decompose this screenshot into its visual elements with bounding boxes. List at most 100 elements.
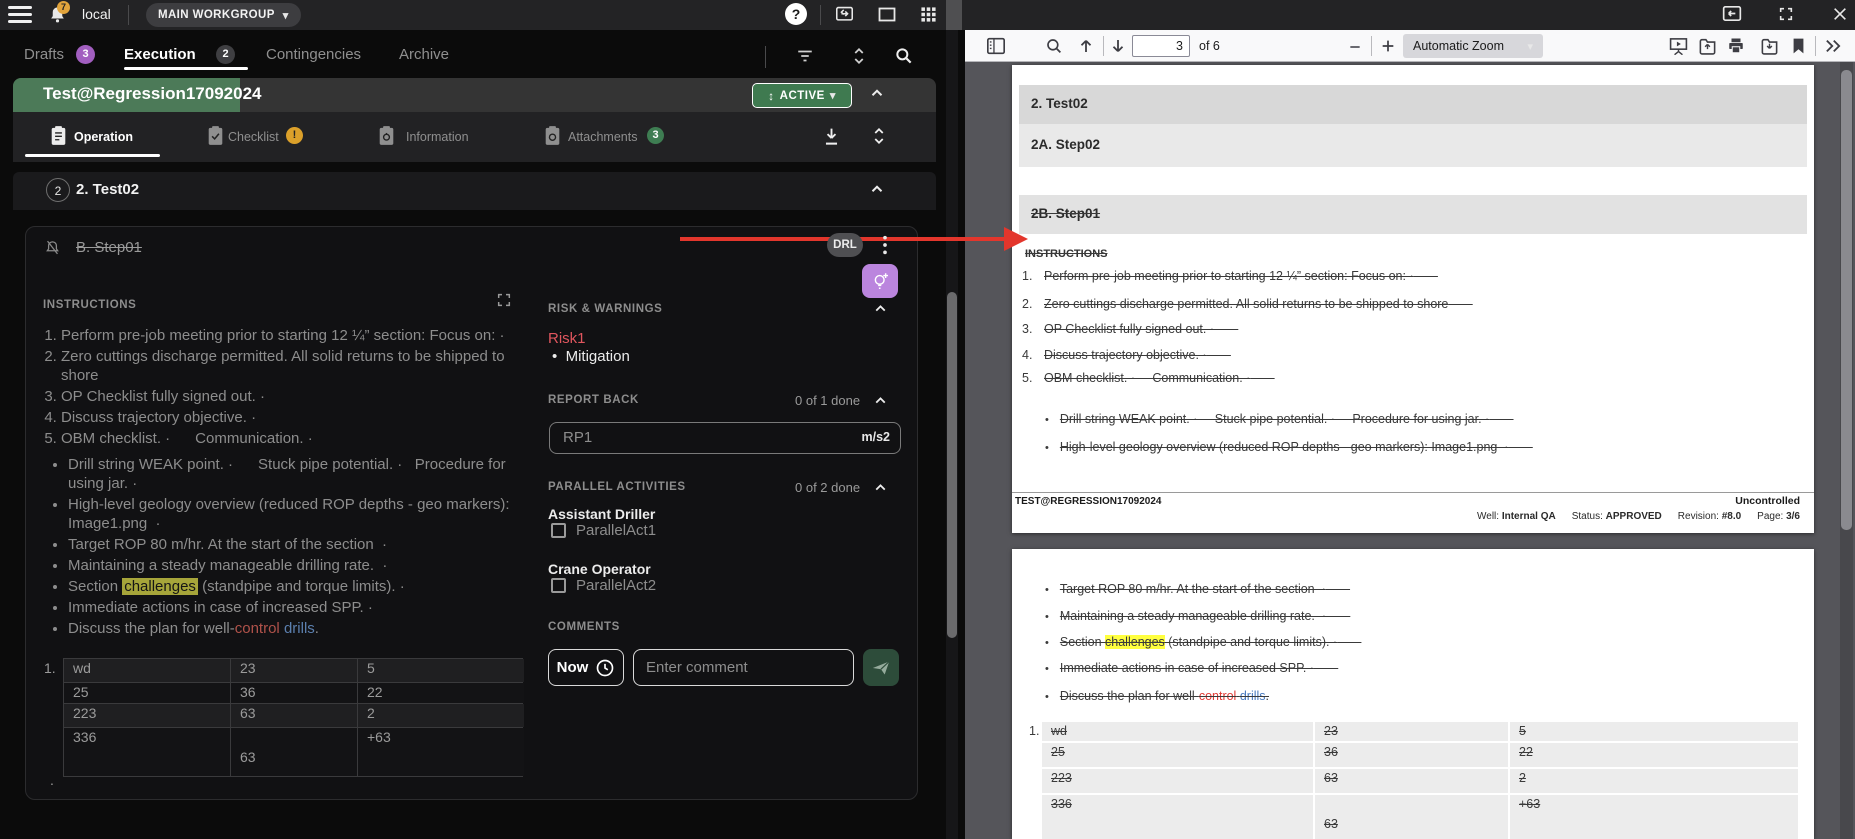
tab-operation[interactable]: Operation [74,130,133,144]
hamburger-menu-icon[interactable] [8,6,32,23]
page-count-label: of 6 [1199,39,1220,53]
pdf-page-3: 2. Test02 2A. Step02 2B. Step01 INSTRUCT… [1012,65,1814,533]
now-label: Now [557,659,589,676]
workgroup-selector[interactable]: MAIN WORKGROUP [146,3,301,27]
tab-checklist[interactable]: Checklist [228,130,279,144]
footer-uncontrolled: Uncontrolled [1735,495,1800,507]
parallel-activity-label: ParallelAct2 [576,577,656,594]
doc-table-marker: 1. [1029,724,1039,738]
parallel-progress: 0 of 2 done [795,480,860,495]
doc-numbered-item: 4.Discuss trajectory objective. · [1022,348,1231,362]
execution-card-header[interactable]: Test@Regression17092024 ACTIVE [13,78,936,112]
instructions-label: INSTRUCTIONS [43,299,136,311]
section-header[interactable]: 2 2. Test02 [13,172,936,210]
bullet-item: Maintaining a steady manageable drilling… [68,556,516,575]
expand-fullscreen-icon[interactable] [496,292,512,308]
presentation-mode-icon[interactable] [1669,37,1688,60]
nav-divider [765,46,766,68]
instructions-bullets: Drill string WEAK point. · Stuck pipe po… [40,455,516,638]
apps-grid-icon[interactable] [920,6,937,23]
highlighted-word: challenges [122,578,198,595]
collapse-risk-icon[interactable] [872,300,889,322]
filter-icon[interactable] [796,48,814,64]
collapse-parallel-icon[interactable] [872,479,889,501]
collapse-report-icon[interactable] [872,392,889,414]
collapse-card-icon[interactable] [868,84,886,107]
kebab-menu-icon[interactable] [878,234,892,256]
toolbar-divider [1815,36,1816,56]
window-icon[interactable] [878,7,896,22]
zoom-in-icon[interactable] [1380,38,1396,59]
chevron-down-icon [830,89,836,102]
doc-bullet-item: Discuss the plan for well-control drills… [1045,689,1269,703]
tab-contingencies[interactable]: Contingencies [266,46,361,63]
tab-execution[interactable]: Execution [124,46,196,63]
next-page-icon[interactable] [1109,37,1127,60]
parallel-activity-checkbox[interactable] [551,578,566,593]
print-icon[interactable] [1727,37,1745,60]
tab-attachments[interactable]: Attachments [568,130,637,144]
pdf-scrollbar-thumb[interactable] [1841,70,1852,530]
environment-label: local [82,6,111,22]
dock-panel-icon[interactable] [1722,5,1742,22]
page-number-input[interactable] [1132,35,1190,57]
workgroup-label: MAIN WORKGROUP [158,9,275,21]
tab-archive[interactable]: Archive [399,46,449,63]
doc-heading-band: 2A. Step02 [1019,124,1807,167]
status-updown-icon [768,89,775,103]
open-file-icon[interactable] [1698,37,1717,60]
doc-bullet-item: Target ROP 80 m/hr. At the start of the … [1045,582,1350,596]
parallel-activities-label: PARALLEL ACTIVITIES [548,481,686,493]
discipline-badge: DRL [827,233,863,257]
status-badge[interactable]: ACTIVE [752,83,852,108]
zoom-select-value: Automatic Zoom [1413,39,1504,53]
doc-bullet-item: High-level geology overview (reduced ROP… [1045,440,1533,454]
send-comment-button[interactable] [863,649,899,686]
instruction-item: OBM checklist. · Communication. · [61,429,516,448]
instruction-item: Zero cuttings discharge permitted. All s… [61,347,516,385]
save-download-icon[interactable] [1760,37,1779,60]
fullscreen-icon[interactable] [1778,6,1794,22]
comment-input[interactable] [633,649,854,686]
bookmark-icon[interactable] [1791,37,1806,60]
risk-mitigation: Mitigation [552,348,630,365]
zoom-out-icon[interactable] [1348,40,1362,59]
zoom-select[interactable]: Automatic Zoom [1403,34,1543,58]
close-icon[interactable] [1832,6,1848,22]
doc-heading-band: 2B. Step01 [1019,195,1807,234]
pdf-search-icon[interactable] [1045,37,1063,60]
search-icon[interactable] [894,46,914,66]
report-back-placeholder: RP1 [563,429,592,446]
previous-page-icon[interactable] [1077,37,1095,60]
doc-bullet-item: Immediate actions in case of increased S… [1045,661,1338,675]
download-icon[interactable] [822,126,841,147]
expand-collapse-all-icon[interactable] [850,46,868,66]
expand-steps-icon[interactable] [870,125,888,147]
collapse-section-icon[interactable] [868,180,886,203]
bullet-item: Immediate actions in case of increased S… [68,598,516,617]
risk-warnings-label: RISK & WARNINGS [548,303,662,315]
app-scrollbar-thumb[interactable] [947,292,957,638]
parallel-activity-checkbox[interactable] [551,523,566,538]
tab-information[interactable]: Information [406,130,469,144]
doc-heading: 2A. Step02 [1031,137,1100,152]
screen-share-icon[interactable] [835,6,854,23]
blue-word: drills [1240,689,1266,703]
help-icon[interactable]: ? [785,3,807,25]
doc-numbered-item: 5.OBM checklist. · Communication. · [1022,371,1275,385]
ai-suggestion-button[interactable] [862,264,898,298]
instructions-list: Perform pre-job meeting prior to startin… [40,326,516,448]
clock-icon [595,658,615,678]
sidebar-toggle-icon[interactable] [986,37,1006,60]
section-number: 2 [46,178,70,202]
comments-label: COMMENTS [548,621,620,633]
checklist-alert-badge: ! [286,127,303,144]
risk-name[interactable]: Risk1 [548,330,586,347]
doc-numbered-item: 2.Zero cuttings discharge permitted. All… [1022,297,1473,311]
tab-drafts[interactable]: Drafts [24,46,64,63]
step-instructions: Perform pre-job meeting prior to startin… [40,326,516,640]
checklist-clipboard-icon [207,125,224,151]
more-tools-icon[interactable] [1823,37,1843,60]
doc-numbered-item: 3.OP Checklist fully signed out. · [1022,322,1238,336]
comment-now-button[interactable]: Now [548,649,624,686]
